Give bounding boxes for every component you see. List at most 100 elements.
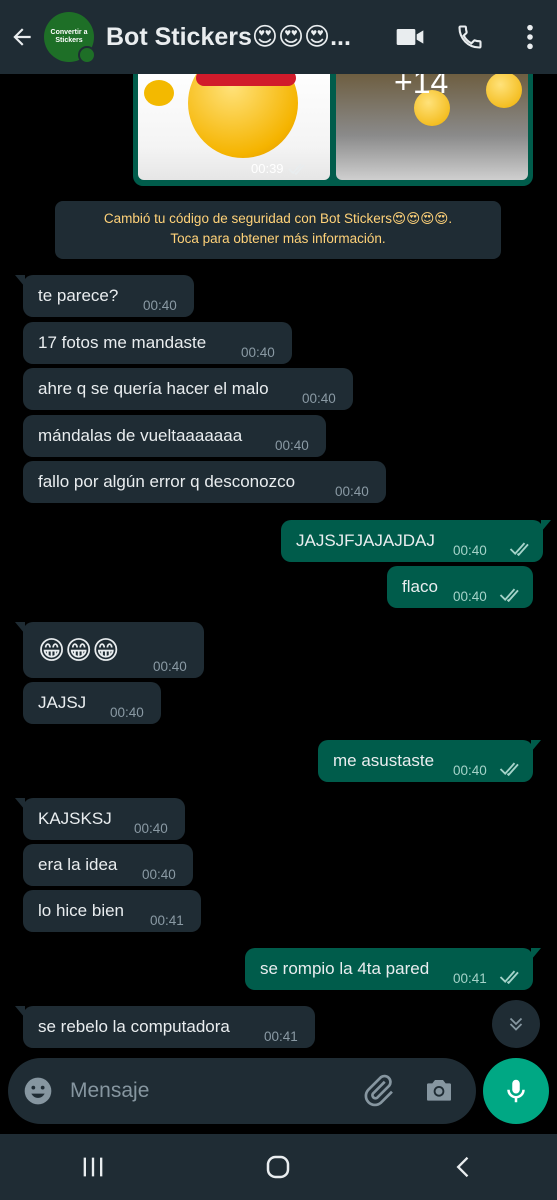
message-time: 00:40 — [275, 438, 309, 453]
double-check-icon — [499, 762, 519, 776]
voice-call-button[interactable] — [453, 20, 487, 54]
message-text: flaco — [402, 577, 438, 596]
voice-message-button[interactable] — [483, 1058, 549, 1124]
microphone-icon — [507, 1079, 525, 1103]
message-text: lo hice bien — [38, 901, 125, 920]
media-message[interactable]: +14 00:39 00:39 — [133, 74, 533, 186]
media-timestamp-wrap: 00:39 — [251, 161, 308, 176]
message-text: JAJSJ — [38, 693, 87, 712]
security-code-notice[interactable]: Cambió tu código de seguridad con Bot St… — [55, 201, 501, 259]
message-bubble-outgoing[interactable]: me asustaste 00:40 — [318, 740, 541, 782]
message-text: 17 fotos me mandaste — [38, 333, 207, 352]
message-time: 00:40 — [241, 345, 275, 360]
message-bubble-incoming[interactable]: KAJSKSJ 00:40 — [15, 798, 185, 840]
bubble-tail — [15, 622, 25, 634]
message-time: 00:40 — [453, 543, 487, 558]
message-text: JAJSJFJAJAJDAJ — [296, 531, 435, 550]
emoji-button[interactable] — [22, 1075, 54, 1107]
message-bubble-incoming[interactable]: mándalas de vueltaaaaaaa 00:40 — [23, 415, 326, 457]
message-text: te parece? — [38, 286, 119, 305]
home-button[interactable] — [248, 1142, 308, 1192]
double-check-icon — [499, 588, 519, 602]
message-time: 00:40 — [335, 484, 369, 499]
message-time: 00:40 — [110, 705, 144, 720]
phone-icon — [458, 25, 482, 49]
bubble-tail — [531, 740, 541, 752]
chat-header: Convertir a Stickers Bot Stickers😍😍😍... — [0, 0, 557, 74]
paperclip-icon — [364, 1074, 393, 1107]
message-time: 00:40 — [142, 867, 176, 882]
message-composer — [8, 1058, 476, 1124]
message-text: se rompio la 4ta pared — [260, 959, 430, 978]
message-bubble-incoming[interactable]: lo hice bien 00:41 — [23, 890, 201, 932]
message-bubble-outgoing[interactable]: JAJSJFJAJAJDAJ 00:40 — [281, 520, 551, 562]
message-text: me asustaste — [333, 751, 435, 770]
message-time: 00:40 — [302, 391, 336, 406]
message-time: 00:40 — [134, 821, 168, 836]
double-check-icon — [499, 970, 519, 984]
recent-apps-button[interactable] — [63, 1142, 123, 1192]
message-text: ahre q se quería hacer el malo — [38, 379, 269, 398]
emoji-hand — [144, 80, 174, 106]
message-text: KAJSKSJ — [38, 809, 112, 828]
message-bubble-outgoing[interactable]: flaco 00:40 — [387, 566, 533, 608]
message-time: 00:40 — [453, 589, 487, 604]
message-input[interactable] — [70, 1068, 350, 1114]
message-bubble-incoming[interactable]: fallo por algún error q desconozco 00:40 — [23, 461, 386, 503]
message-time: 00:41 — [150, 913, 184, 928]
emoji-sticker — [188, 74, 298, 158]
media-timestamp: 00:39 — [251, 161, 284, 176]
message-time: 00:41 — [453, 971, 487, 986]
back-arrow-icon — [13, 28, 31, 46]
message-bubble-incoming[interactable]: 17 fotos me mandaste 00:40 — [23, 322, 292, 364]
video-call-icon — [396, 29, 424, 45]
scroll-to-bottom-button[interactable] — [492, 1000, 540, 1048]
emoji-sticker — [486, 74, 522, 108]
contact-name[interactable]: Bot Stickers😍😍😍... — [106, 22, 366, 52]
system-message-line2: Toca para obtener más información. — [170, 231, 386, 246]
avatar-text: Convertir a Stickers — [50, 29, 88, 44]
message-text: era la idea — [38, 855, 118, 874]
bubble-tail — [15, 275, 25, 287]
emoji-mask — [196, 74, 296, 86]
chevron-left-icon — [456, 1156, 469, 1178]
bubble-tail — [15, 798, 25, 810]
more-options-icon — [527, 24, 533, 50]
message-time: 00:40 — [453, 763, 487, 778]
more-options-button[interactable] — [513, 20, 547, 54]
system-navigation-bar — [0, 1134, 557, 1200]
double-check-icon — [287, 162, 305, 175]
message-bubble-incoming[interactable]: JAJSJ 00:40 — [23, 682, 161, 724]
video-call-button[interactable] — [393, 20, 427, 54]
message-bubble-incoming[interactable]: era la idea 00:40 — [23, 844, 193, 886]
back-nav-button[interactable] — [434, 1142, 494, 1192]
message-bubble-incoming[interactable]: 😁😁😁 00:40 — [15, 622, 204, 678]
system-message-line1: Cambió tu código de seguridad con Bot St… — [103, 211, 453, 226]
message-bubble-incoming[interactable]: te parece? 00:40 — [15, 275, 194, 317]
message-text: mándalas de vueltaaaaaaa — [38, 426, 243, 445]
message-text: fallo por algún error q desconozco — [38, 472, 296, 491]
message-time: 00:41 — [264, 1029, 298, 1044]
message-bubble-outgoing[interactable]: se rompio la 4ta pared 00:41 — [245, 948, 541, 990]
bubble-tail — [531, 948, 541, 960]
sticker-image-group[interactable]: +14 00:39 — [336, 74, 528, 180]
double-check-icon — [509, 542, 529, 556]
status-badge — [78, 46, 96, 64]
media-overflow-count: +14 — [394, 74, 449, 100]
back-button[interactable] — [0, 0, 44, 74]
message-text: se rebelo la computadora — [38, 1017, 230, 1036]
chat-area[interactable]: +14 00:39 00:39 Cambió tu código de segu… — [0, 74, 557, 1054]
contact-avatar[interactable]: Convertir a Stickers — [44, 12, 96, 64]
attach-button[interactable] — [360, 1072, 396, 1110]
message-time: 00:40 — [153, 659, 187, 674]
camera-icon — [427, 1080, 451, 1101]
camera-button[interactable] — [422, 1074, 458, 1108]
bubble-tail — [541, 520, 551, 532]
message-text: 😁😁😁 — [38, 634, 120, 665]
recent-apps-icon — [83, 1157, 103, 1177]
bubble-tail — [15, 1006, 25, 1018]
emoji-icon — [24, 1077, 52, 1105]
message-bubble-incoming[interactable]: ahre q se quería hacer el malo 00:40 — [23, 368, 353, 410]
home-icon — [267, 1155, 290, 1179]
message-bubble-incoming[interactable]: se rebelo la computadora 00:41 — [15, 1006, 315, 1048]
